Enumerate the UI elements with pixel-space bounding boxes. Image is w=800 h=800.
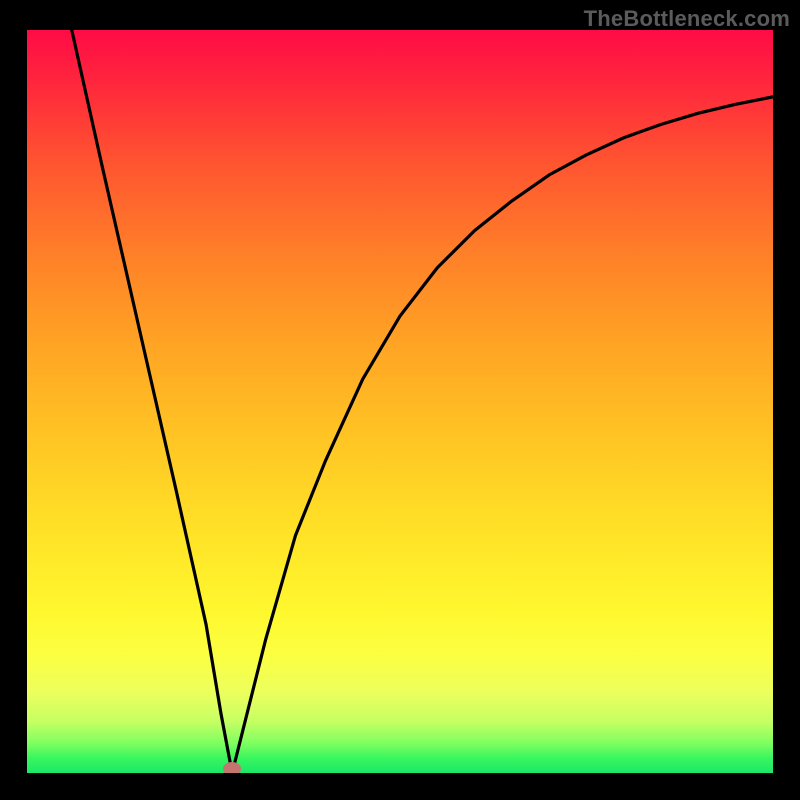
- chart-frame: TheBottleneck.com: [0, 0, 800, 800]
- plot-area: [27, 30, 773, 773]
- curve-svg: [27, 30, 773, 773]
- curve-path: [72, 30, 773, 773]
- watermark-text: TheBottleneck.com: [584, 6, 790, 32]
- min-marker: [223, 762, 241, 773]
